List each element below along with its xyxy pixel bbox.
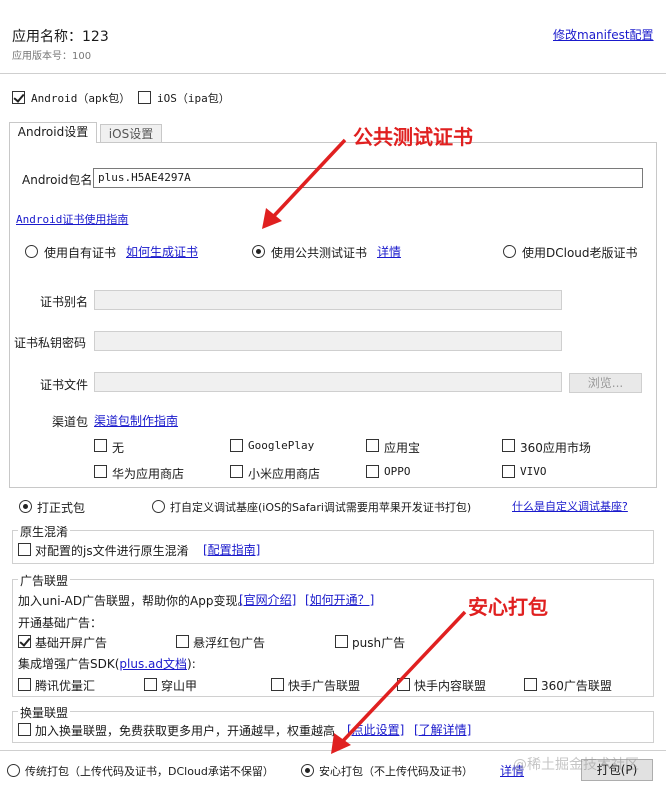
browse-button[interactable]: 浏览...: [569, 373, 642, 393]
cert-file-input[interactable]: [94, 372, 562, 392]
custom-base-label: 打自定义调试基座(iOS的Safari调试需要用苹果开发证书打包): [170, 501, 472, 514]
app-name: 应用名称：123: [12, 29, 109, 45]
channel-oppo-checkbox[interactable]: [366, 465, 379, 478]
footer-divider: [0, 750, 666, 751]
obfuscation-checkbox[interactable]: [18, 543, 31, 556]
exchange-details-link[interactable]: [了解详情]: [414, 721, 471, 738]
public-cert-details-link[interactable]: 详情: [377, 243, 401, 260]
exchange-checkbox[interactable]: [18, 723, 31, 736]
cert-alias-input[interactable]: [94, 290, 562, 310]
cert-file-label: 证书文件: [40, 378, 89, 392]
cert-alias-label: 证书别名: [40, 295, 89, 309]
channel-huawei-label: 华为应用商店: [112, 467, 185, 481]
custom-base-help-link[interactable]: 什么是自定义调试基座?: [512, 498, 628, 514]
sdk-tencent-label: 腾讯优量汇: [35, 679, 96, 693]
obfuscation-label: 对配置的js文件进行原生混淆: [35, 544, 189, 558]
safe-pack-label: 安心打包（不上传代码及证书）: [319, 765, 473, 778]
channel-none-label: 无: [112, 441, 125, 455]
obfuscation-guide-link[interactable]: [配置指南]: [203, 541, 260, 558]
public-test-cert-label: 使用公共测试证书: [271, 246, 368, 260]
ads-title: 广告联盟: [18, 572, 71, 589]
ads-sdk-title-suffix: ):: [187, 657, 196, 671]
channel-guide-link[interactable]: 渠道包制作指南: [94, 412, 178, 429]
public-cert-annotation: 公共测试证书: [353, 125, 473, 149]
ads-push-label: push广告: [352, 636, 406, 650]
android-checkbox[interactable]: [12, 91, 25, 104]
sdk-360-label: 360广告联盟: [541, 679, 612, 693]
exchange-title: 换量联盟: [18, 704, 71, 721]
sdk-360-checkbox[interactable]: [524, 678, 537, 691]
own-cert-label: 使用自有证书: [44, 246, 117, 260]
app-version: 应用版本号：100: [12, 51, 92, 62]
cert-password-label: 证书私钥密码: [14, 336, 87, 350]
android-cert-guide-link[interactable]: Android证书使用指南: [16, 211, 128, 227]
channel-googleplay-checkbox[interactable]: [230, 439, 243, 452]
channel-vivo-label: VIVO: [520, 465, 547, 478]
ads-basic-title: 开通基础广告：: [18, 616, 103, 630]
ios-checkbox[interactable]: [138, 91, 151, 104]
channel-oppo-label: OPPO: [384, 465, 411, 478]
android-settings-panel: [9, 142, 657, 488]
ads-push-checkbox[interactable]: [335, 635, 348, 648]
exchange-settings-link[interactable]: [点此设置]: [347, 721, 404, 738]
formal-build-radio[interactable]: [19, 500, 32, 513]
header-divider: [0, 73, 666, 74]
sdk-kuaishou-content-checkbox[interactable]: [397, 678, 410, 691]
ads-how-link[interactable]: [如何开通？]: [305, 591, 374, 608]
formal-build-label: 打正式包: [37, 501, 86, 515]
obfuscation-title: 原生混淆: [18, 523, 71, 540]
ads-sdk-title-prefix: 集成增强广告SDK(: [18, 657, 120, 671]
package-name-label: Android包名: [22, 173, 93, 187]
channel-huawei-checkbox[interactable]: [94, 465, 107, 478]
sdk-kuaishou-ads-checkbox[interactable]: [271, 678, 284, 691]
modify-manifest-link[interactable]: 修改manifest配置: [553, 26, 654, 43]
channel-label: 渠道包: [52, 415, 89, 429]
custom-base-radio[interactable]: [152, 500, 165, 513]
traditional-pack-label: 传统打包（上传代码及证书，DCloud承诺不保留）: [25, 765, 274, 778]
ads-sdk-title: 集成增强广告SDK(plus.ad文档):: [18, 655, 196, 672]
ios-label: iOS（ipa包）: [157, 92, 230, 105]
dcloud-old-cert-label: 使用DCloud老版证书: [522, 246, 638, 260]
ads-splash-label: 基础开屏广告: [35, 636, 108, 650]
traditional-pack-radio[interactable]: [7, 764, 20, 777]
ads-redpack-label: 悬浮红包广告: [193, 636, 266, 650]
channel-googleplay-label: GooglePlay: [248, 439, 315, 452]
dcloud-old-cert-radio[interactable]: [503, 245, 516, 258]
package-name-input[interactable]: plus.H5AE4297A: [93, 168, 643, 188]
channel-xiaomi-checkbox[interactable]: [230, 465, 243, 478]
channel-xiaomi-label: 小米应用商店: [248, 467, 321, 481]
tab-ios-settings[interactable]: iOS设置: [100, 124, 162, 144]
public-test-cert-radio[interactable]: [252, 245, 265, 258]
channel-yyb-checkbox[interactable]: [366, 439, 379, 452]
how-generate-cert-link[interactable]: 如何生成证书: [126, 243, 198, 260]
sdk-kuaishou-ads-label: 快手广告联盟: [288, 679, 361, 693]
sdk-tencent-checkbox[interactable]: [18, 678, 31, 691]
own-cert-radio[interactable]: [25, 245, 38, 258]
tab-android-settings[interactable]: Android设置: [9, 122, 97, 143]
sdk-pangle-label: 穿山甲: [161, 679, 198, 693]
channel-vivo-checkbox[interactable]: [502, 465, 515, 478]
channel-360-checkbox[interactable]: [502, 439, 515, 452]
ads-description: 加入uni-AD广告联盟，帮助你的App变现。: [18, 594, 250, 608]
watermark: @稀土掘金技术社区: [513, 757, 639, 773]
channel-none-checkbox[interactable]: [94, 439, 107, 452]
channel-360-label: 360应用市场: [520, 441, 591, 455]
cert-password-input[interactable]: [94, 331, 562, 351]
android-label: Android（apk包）: [31, 92, 131, 105]
safe-pack-radio[interactable]: [301, 764, 314, 777]
safe-pack-annotation: 安心打包: [468, 595, 548, 619]
sdk-kuaishou-content-label: 快手内容联盟: [414, 679, 487, 693]
ads-redpack-checkbox[interactable]: [176, 635, 189, 648]
plus-ad-docs-link[interactable]: plus.ad文档: [119, 657, 187, 671]
ads-intro-link[interactable]: [官网介绍]: [239, 591, 296, 608]
channel-yyb-label: 应用宝: [384, 441, 421, 455]
exchange-label: 加入换量联盟，免费获取更多用户，开通越早，权重越高: [35, 724, 336, 738]
ads-splash-checkbox[interactable]: [18, 635, 31, 648]
sdk-pangle-checkbox[interactable]: [144, 678, 157, 691]
